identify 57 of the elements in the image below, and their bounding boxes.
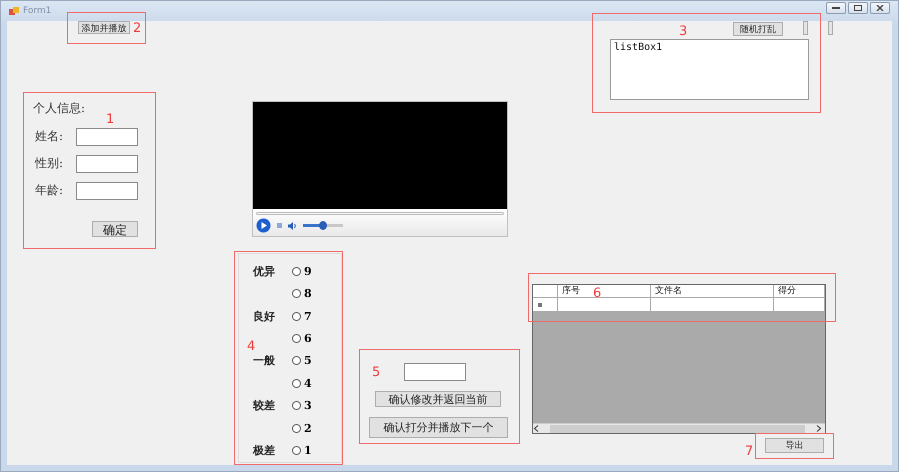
annotation-number: 3 <box>679 25 688 38</box>
table-cell[interactable] <box>558 298 651 312</box>
new-row-icon <box>538 302 542 306</box>
maximize-button[interactable] <box>848 2 868 14</box>
score-field[interactable] <box>404 363 466 381</box>
minimize-icon <box>832 6 840 10</box>
app-icon <box>9 6 19 16</box>
shuffle-button[interactable]: 随机打乱 <box>733 22 783 36</box>
window-title: Form1 <box>23 6 52 16</box>
radio-button[interactable]: 4 <box>292 376 312 390</box>
radio-button[interactable]: 2 <box>292 422 312 435</box>
field-label: 性别: <box>35 155 64 172</box>
scroll-thumb[interactable] <box>550 424 805 432</box>
annotation-number: 7 <box>745 445 754 458</box>
grade-label: 一般 <box>253 353 276 368</box>
maximize-icon <box>854 5 862 11</box>
text-field[interactable] <box>76 128 138 146</box>
close-icon <box>876 5 884 11</box>
speaker-icon[interactable] <box>288 222 297 230</box>
list-item[interactable]: listBox1 <box>614 42 805 53</box>
list-box[interactable]: listBox1 <box>610 39 809 100</box>
radio-button[interactable]: 8 <box>292 287 312 300</box>
volume-slider[interactable] <box>303 224 343 227</box>
radio-button[interactable]: 1 <box>292 444 312 458</box>
export-button[interactable]: 导出 <box>765 438 824 453</box>
grade-label: 极差 <box>253 443 276 458</box>
add-play-button[interactable]: 添加并播放 <box>78 21 130 34</box>
play-icon[interactable] <box>256 218 271 233</box>
grade-label: 良好 <box>253 308 276 324</box>
grade-label: 较差 <box>253 398 276 414</box>
table-cell[interactable] <box>774 298 825 312</box>
confirm-edit-button[interactable]: 确认修改并返回当前 <box>375 391 501 407</box>
minimize-button[interactable] <box>826 2 846 14</box>
annotation-number: 5 <box>372 366 380 379</box>
table-cell[interactable] <box>651 298 774 312</box>
annotation-number: 1 <box>106 113 114 126</box>
volume-thumb[interactable] <box>319 221 327 230</box>
annotation-number: 6 <box>593 287 602 300</box>
section-heading: 个人信息: <box>33 100 86 117</box>
close-button[interactable] <box>870 2 890 14</box>
grade-label: 优异 <box>253 264 276 279</box>
horizontal-scrollbar[interactable] <box>533 423 825 433</box>
radio-button[interactable]: 6 <box>292 332 312 346</box>
radio-button[interactable]: 5 <box>292 354 312 368</box>
field-label: 年龄: <box>35 182 64 199</box>
confirm-next-button[interactable]: 确认打分并播放下一个 <box>369 417 508 438</box>
confirm-button[interactable]: 确定 <box>92 221 138 237</box>
field-label: 姓名: <box>35 128 64 145</box>
radio-button[interactable]: 3 <box>292 399 312 412</box>
text-field[interactable] <box>76 182 138 200</box>
annotation-number: 2 <box>133 22 142 35</box>
column-header[interactable]: 文件名 <box>651 285 774 298</box>
radio-button[interactable]: 9 <box>292 264 312 278</box>
column-header[interactable]: 得分 <box>774 285 825 298</box>
text-field[interactable] <box>76 155 138 173</box>
annotation-number: 4 <box>247 340 256 353</box>
radio-button[interactable]: 7 <box>292 310 312 323</box>
